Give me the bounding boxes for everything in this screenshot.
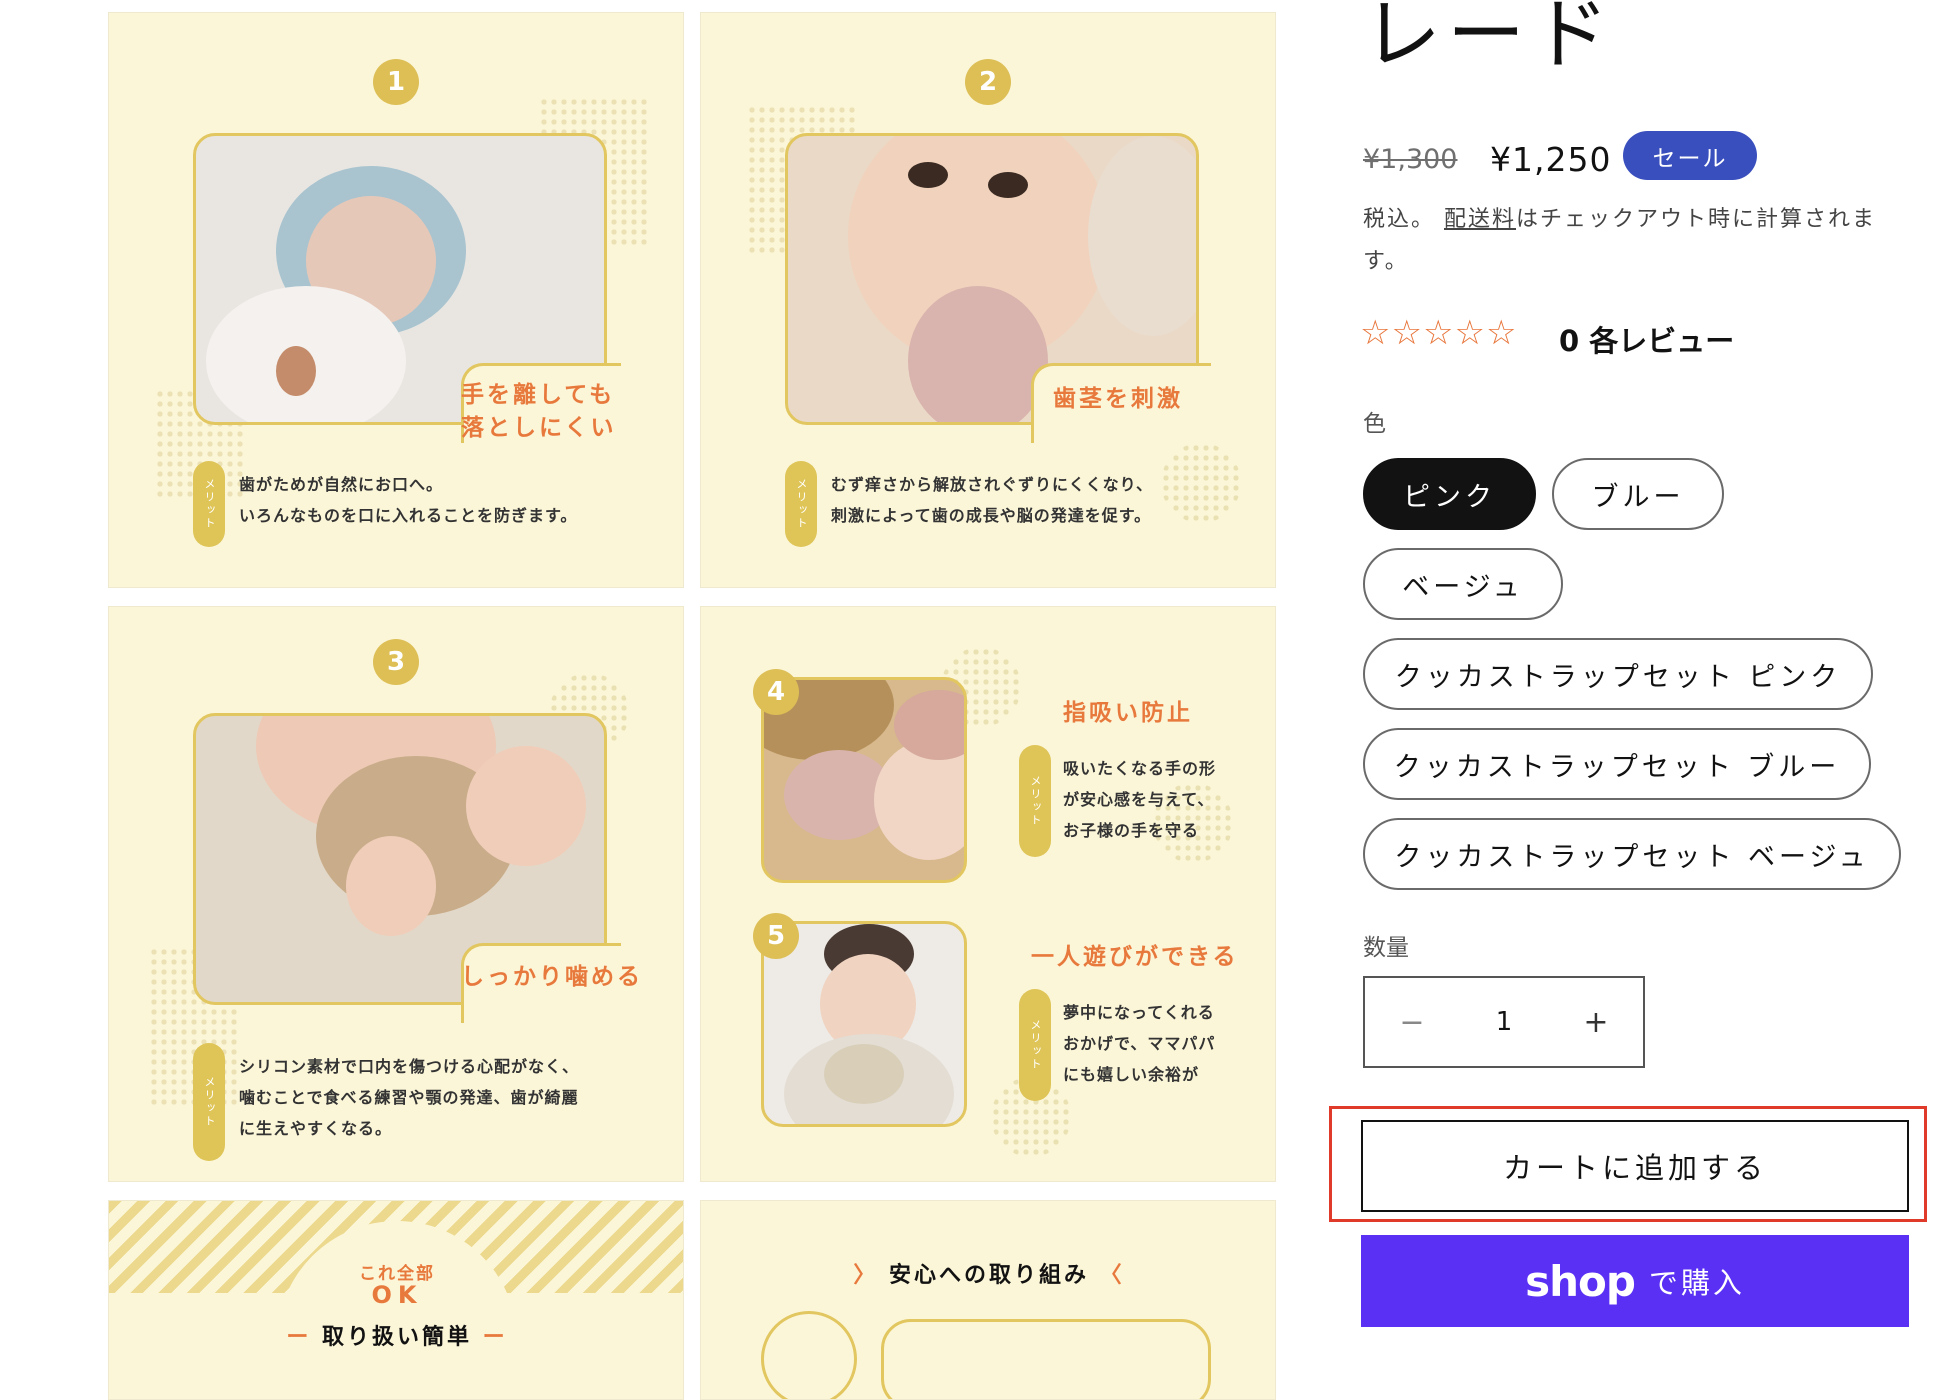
number-badge: 1 bbox=[373, 59, 419, 105]
gallery-image-easy-care[interactable]: これ全部 OK ー 取り扱い簡単 ー bbox=[108, 1200, 684, 1400]
star-empty-icon: ☆ bbox=[1454, 313, 1485, 353]
add-to-cart-button[interactable]: カートに追加する bbox=[1361, 1120, 1909, 1212]
merit-title: 歯茎を刺激 bbox=[1053, 386, 1183, 412]
merit-title: 手を離しても 落としにくい bbox=[461, 382, 617, 442]
quantity-input[interactable]: 1 bbox=[1459, 1007, 1549, 1037]
gallery-image-merit-1[interactable]: 1 手を離しても 落としにくい メリット 歯がためが自然にお口へ。 いろんなものを口… bbox=[108, 12, 684, 588]
quantity-increase-button[interactable]: + bbox=[1549, 978, 1643, 1066]
merit-description: 歯がためが自然にお口へ。 いろんなものを口に入れることを防ぎます。 bbox=[239, 475, 578, 526]
quantity-label: 数量 bbox=[1363, 935, 1409, 961]
color-option-blue[interactable]: ブルー bbox=[1552, 458, 1724, 530]
easy-care-ok: OK bbox=[371, 1281, 423, 1309]
review-count[interactable]: 0 各レビュー bbox=[1559, 318, 1734, 360]
easy-care-heading: ー 取り扱い簡単 ー bbox=[286, 1325, 508, 1350]
shipping-link[interactable]: 配送料 bbox=[1444, 207, 1516, 232]
merit-tag: メリット bbox=[193, 1043, 225, 1161]
shop-pay-logo: shop bbox=[1525, 1256, 1636, 1306]
safety-heading: 〉 安心への取り組み 〈 bbox=[853, 1263, 1125, 1288]
merit-title: 指吸い防止 bbox=[1063, 700, 1193, 726]
gallery-image-merit-2[interactable]: 2 歯茎を刺激 メリット むず痒さから解放されぐずりにくくなり、 刺激によって歯の… bbox=[700, 12, 1276, 588]
number-badge: 3 bbox=[373, 639, 419, 685]
merit-title: しっかり噛める bbox=[461, 964, 643, 990]
merit-title: 一人遊びができる bbox=[1031, 944, 1239, 970]
color-option-pink[interactable]: ピンク bbox=[1363, 458, 1536, 530]
star-empty-icon: ☆ bbox=[1422, 313, 1454, 353]
merit-description: シリコン素材で口内を傷つける心配がなく、 噛むことで食べる練習や顎の発達、歯が綺麗… bbox=[239, 1057, 580, 1139]
gallery-image-merit-4-5[interactable]: 4 指吸い防止 メリット 吸いたくなる手の形 が安心感を与えて、 お子様の手を守る … bbox=[700, 606, 1276, 1182]
color-option-strap-set-blue[interactable]: クッカストラップセット ブルー bbox=[1363, 728, 1871, 800]
product-title: レード bbox=[1363, 0, 1616, 80]
merit-description: 吸いたくなる手の形 が安心感を与えて、 お子様の手を守る bbox=[1063, 759, 1217, 841]
merit-description: むず痒さから解放されぐずりにくくなり、 刺激によって歯の成長や脳の発達を促す。 bbox=[831, 475, 1154, 526]
tax-shipping-note: 税込。 配送料はチェックアウト時に計算されます。 bbox=[1363, 207, 1877, 274]
color-label: 色 bbox=[1363, 411, 1386, 437]
color-option-beige[interactable]: ベージュ bbox=[1363, 548, 1563, 620]
shop-pay-button[interactable]: shop で購入 bbox=[1361, 1235, 1909, 1327]
number-badge: 5 bbox=[753, 913, 799, 959]
gallery-image-merit-3[interactable]: 3 しっかり噛める メリット シリコン素材で口内を傷つける心配がなく、 噛むことで… bbox=[108, 606, 684, 1182]
star-empty-icon: ☆ bbox=[1360, 313, 1391, 353]
number-badge: 4 bbox=[753, 669, 799, 715]
quantity-decrease-button[interactable]: − bbox=[1365, 978, 1459, 1066]
compare-at-price: ¥1,300 bbox=[1363, 144, 1458, 175]
merit-tag: メリット bbox=[193, 461, 225, 547]
merit-tag: メリット bbox=[1019, 745, 1051, 857]
star-empty-icon: ☆ bbox=[1391, 313, 1422, 353]
safety-panel bbox=[881, 1319, 1211, 1399]
merit-tag: メリット bbox=[1019, 989, 1051, 1101]
shop-pay-label: で購入 bbox=[1648, 1266, 1745, 1300]
safety-circle bbox=[761, 1311, 857, 1399]
merit-description: 夢中になってくれる おかげで、ママパパ にも嬉しい余裕が bbox=[1063, 1003, 1216, 1085]
merit-tag: メリット bbox=[785, 461, 817, 547]
sale-price: ¥1,250 bbox=[1490, 140, 1612, 179]
rating-stars: ☆ ☆ ☆ ☆ ☆ bbox=[1360, 316, 1516, 350]
number-badge: 2 bbox=[965, 59, 1011, 105]
star-empty-icon: ☆ bbox=[1485, 313, 1517, 353]
color-option-strap-set-beige[interactable]: クッカストラップセット ベージュ bbox=[1363, 818, 1901, 890]
quantity-stepper: − 1 + bbox=[1363, 976, 1645, 1068]
sale-badge: セール bbox=[1623, 131, 1757, 180]
gallery-image-safety[interactable]: 〉 安心への取り組み 〈 bbox=[700, 1200, 1276, 1400]
dot-pattern bbox=[1161, 443, 1241, 523]
color-option-strap-set-pink[interactable]: クッカストラップセット ピンク bbox=[1363, 638, 1873, 710]
